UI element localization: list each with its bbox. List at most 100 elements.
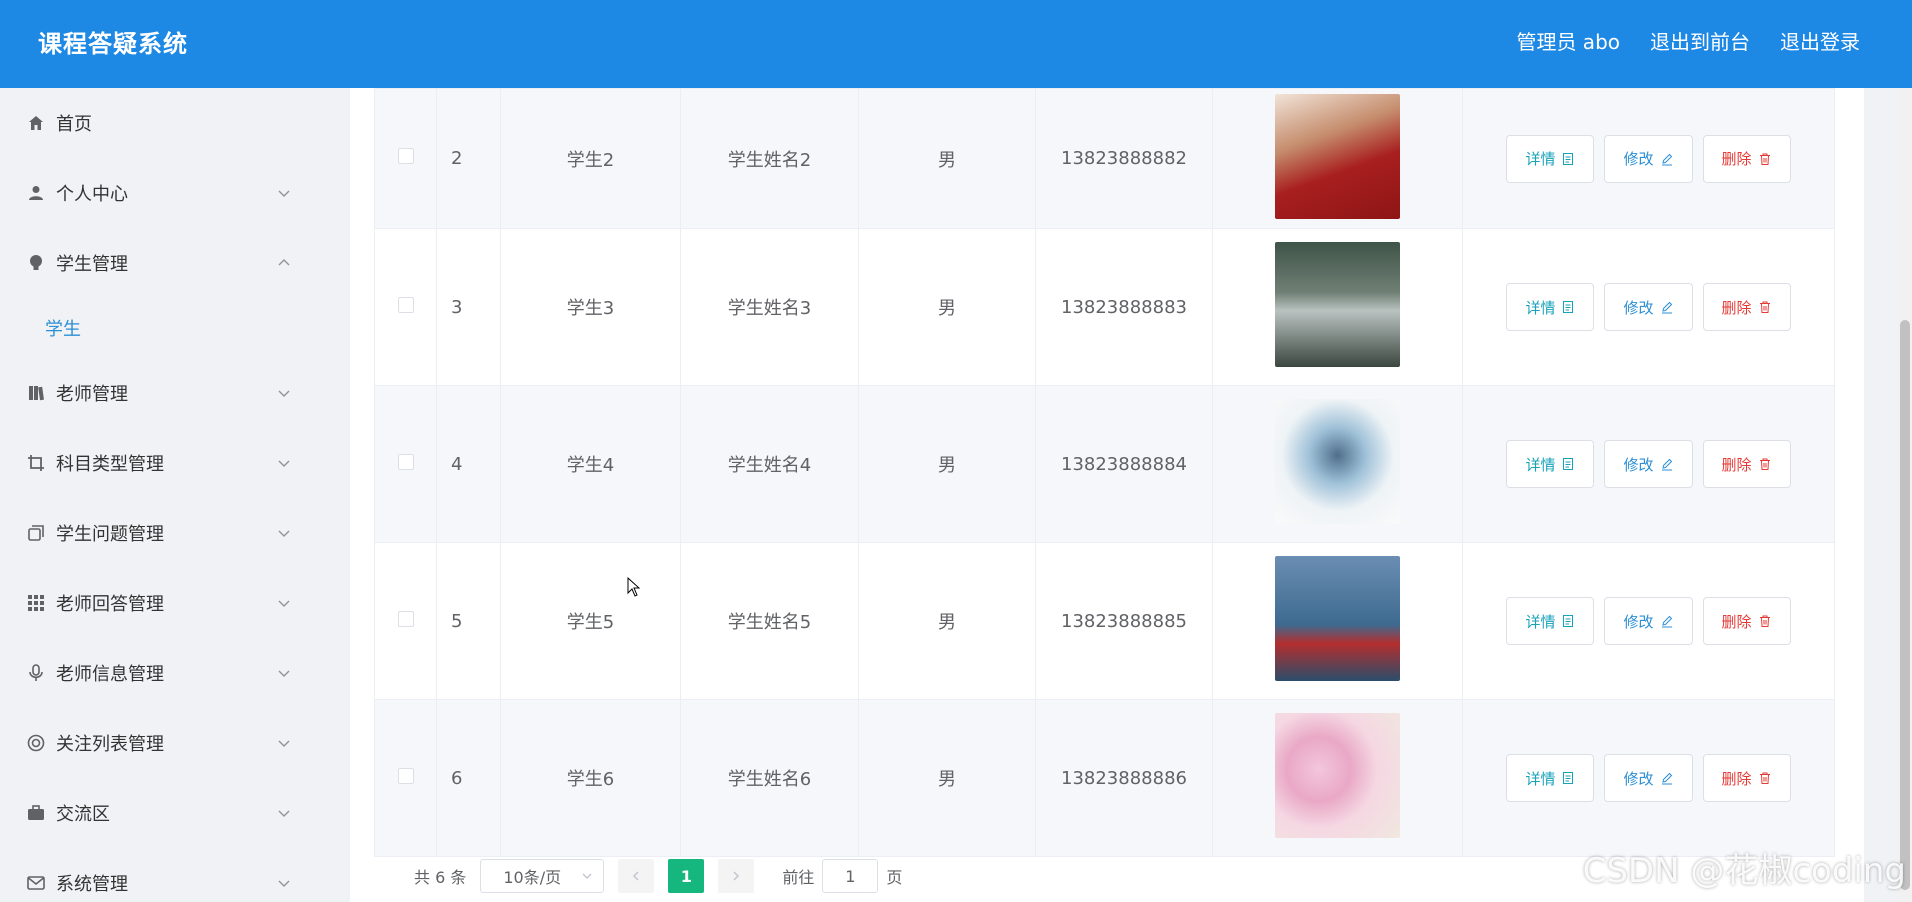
sidebar-item-label: 科目类型管理 (56, 454, 164, 475)
edit-button[interactable]: 修改 (1604, 754, 1693, 802)
detail-button[interactable]: 详情 (1506, 754, 1595, 802)
detail-button[interactable]: 详情 (1506, 283, 1595, 331)
row-actions: 详情 修改 删除 (1462, 228, 1835, 386)
student-phone: 13823888883 (1035, 228, 1213, 386)
detail-label: 详情 (1525, 150, 1556, 168)
sidebar-item-label: 学生问题管理 (56, 524, 164, 545)
student-phone: 13823888885 (1035, 542, 1213, 700)
row-checkbox[interactable] (397, 296, 414, 313)
trash-icon (1759, 615, 1770, 627)
sidebar-item-label: 个人中心 (56, 184, 128, 205)
document-icon (1563, 301, 1574, 313)
delete-label: 删除 (1721, 150, 1752, 168)
edit-button[interactable]: 修改 (1604, 134, 1693, 183)
detail-button[interactable]: 详情 (1506, 597, 1595, 645)
student-photo[interactable] (1275, 556, 1400, 681)
delete-button[interactable]: 删除 (1702, 597, 1791, 645)
sidebar-item-system-management[interactable]: 系统管理 (0, 848, 318, 902)
student-name: 学生姓名2 (680, 88, 859, 229)
sidebar-subitem-student[interactable]: 学生 (0, 298, 318, 358)
chevron-down-icon (582, 873, 592, 879)
document-icon (1563, 458, 1574, 470)
edit-button[interactable]: 修改 (1604, 283, 1693, 331)
student-photo[interactable] (1275, 93, 1400, 219)
copy-icon (26, 523, 46, 543)
student-photo-cell (1212, 228, 1463, 386)
page-size-select[interactable]: 10条/页 (480, 859, 605, 893)
edit-button[interactable]: 修改 (1604, 440, 1693, 488)
student-gender: 男 (858, 88, 1036, 229)
scrollbar-thumb[interactable] (1900, 320, 1910, 890)
student-photo[interactable] (1275, 713, 1400, 838)
student-photo-cell (1212, 385, 1463, 543)
row-select-cell (374, 88, 437, 229)
mail-icon (26, 873, 46, 893)
goto-page-input[interactable] (822, 859, 879, 893)
sidebar-item-label: 首页 (56, 114, 92, 135)
admin-user-link[interactable]: 管理员 abo (1516, 26, 1620, 55)
briefcase-icon (26, 803, 46, 823)
sidebar-item-subject-type-management[interactable]: 科目类型管理 (0, 428, 318, 498)
detail-button[interactable]: 详情 (1506, 134, 1595, 183)
student-photo-cell (1212, 699, 1463, 857)
document-icon (1563, 772, 1574, 784)
watermark: CSDN @花椒coding (1582, 851, 1906, 891)
home-icon (26, 113, 46, 133)
bulb-icon (26, 253, 46, 273)
user-icon (26, 183, 46, 203)
sidebar-item-home[interactable]: 首页 (0, 88, 318, 158)
pencil-icon (1661, 153, 1672, 165)
page-number-current[interactable]: 1 (668, 859, 705, 893)
row-actions: 详情 修改 删除 (1462, 542, 1835, 700)
row-checkbox[interactable] (397, 610, 414, 627)
trash-icon (1759, 301, 1770, 313)
row-actions: 详情 修改 删除 (1462, 88, 1835, 229)
sidebar-item-label: 老师回答管理 (56, 594, 164, 615)
student-photo[interactable] (1275, 242, 1400, 367)
sidebar-item-label: 关注列表管理 (56, 734, 164, 755)
student-name: 学生姓名6 (680, 699, 859, 857)
delete-button[interactable]: 删除 (1702, 440, 1791, 488)
sidebar-item-student-question-management[interactable]: 学生问题管理 (0, 498, 318, 568)
detail-label: 详情 (1525, 612, 1556, 631)
sidebar-item-student-management[interactable]: 学生管理 (0, 228, 318, 298)
detail-label: 详情 (1525, 298, 1556, 317)
student-account: 学生4 (500, 385, 681, 543)
page-scrollbar[interactable] (1898, 88, 1912, 902)
detail-button[interactable]: 详情 (1506, 440, 1595, 488)
sidebar-item-forum[interactable]: 交流区 (0, 778, 318, 848)
row-index: 3 (436, 228, 501, 386)
delete-button[interactable]: 删除 (1702, 754, 1791, 802)
student-account: 学生2 (500, 88, 681, 229)
chevron-left-icon (633, 871, 639, 881)
sidebar-item-follow-list-management[interactable]: 关注列表管理 (0, 708, 318, 778)
next-page-button[interactable] (718, 859, 755, 893)
document-icon (1563, 152, 1574, 165)
edit-button[interactable]: 修改 (1604, 597, 1693, 645)
row-checkbox[interactable] (397, 453, 414, 470)
logout-link[interactable]: 退出登录 (1780, 26, 1860, 55)
exit-to-frontend-link[interactable]: 退出到前台 (1650, 26, 1750, 55)
student-phone: 13823888886 (1035, 699, 1213, 857)
row-select-cell (374, 385, 437, 543)
delete-label: 删除 (1721, 298, 1752, 317)
student-photo[interactable] (1275, 399, 1400, 524)
row-index: 4 (436, 385, 501, 543)
sidebar-item-teacher-info-management[interactable]: 老师信息管理 (0, 638, 318, 708)
student-table: 2 学生2 学生姓名2 男 13823888882 详情 修改 删除 3 学生3 学生姓名3 男 138… (374, 88, 1835, 857)
books-icon (26, 383, 46, 403)
prev-page-button[interactable] (618, 859, 655, 893)
goto-page: 前往 页 (782, 859, 902, 893)
row-index: 6 (436, 699, 501, 857)
delete-button[interactable]: 删除 (1702, 283, 1791, 331)
row-checkbox[interactable] (397, 148, 414, 164)
chevron-right-icon (733, 871, 740, 881)
sidebar-item-teacher-management[interactable]: 老师管理 (0, 358, 318, 428)
sidebar-item-personal-center[interactable]: 个人中心 (0, 158, 318, 228)
edit-label: 修改 (1623, 769, 1654, 788)
delete-button[interactable]: 删除 (1702, 134, 1791, 183)
row-select-cell (374, 228, 437, 386)
chevron-up-icon (278, 259, 290, 266)
row-checkbox[interactable] (397, 767, 414, 784)
sidebar-item-teacher-answer-management[interactable]: 老师回答管理 (0, 568, 318, 638)
